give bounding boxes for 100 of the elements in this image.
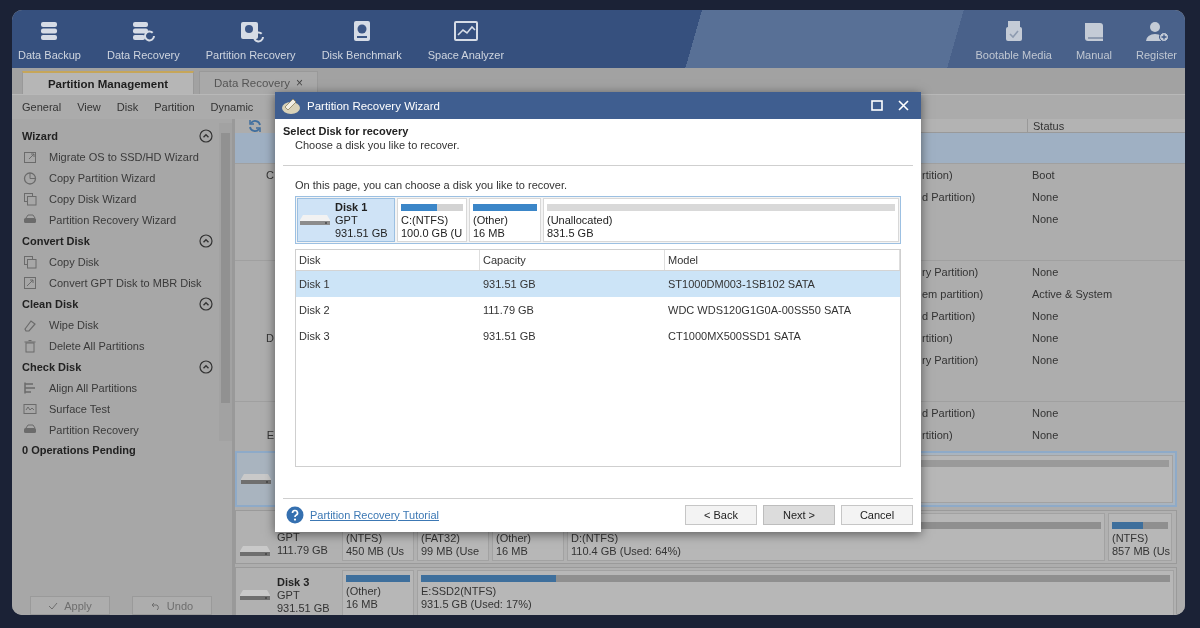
partition-size: 450 MB (Us	[346, 545, 406, 558]
table-cell-text: 111.79 GB	[482, 303, 535, 318]
partition-size: 16 MB	[473, 227, 506, 240]
partition-name: (FAT32)	[421, 532, 461, 545]
disk-block[interactable]: Disk 3 GPT 931.51 GB (Other) 16 MB E:SSD2(NTFS) 931.5 GB (Used: 17%)	[235, 567, 1177, 615]
toolbar-button[interactable]: Register	[1136, 10, 1177, 68]
menu-item[interactable]: View	[69, 101, 109, 113]
disk-label: Disk 1	[335, 200, 369, 214]
partition-block[interactable]: C:(NTFS) 100.0 GB (U	[397, 198, 467, 242]
partition-size: 857 MB (Us	[1112, 545, 1168, 558]
column-header[interactable]: Disk	[296, 250, 480, 270]
partition-name: (Unallocated)	[547, 214, 614, 227]
disk-type: GPT	[277, 588, 301, 602]
status-cell: None	[1032, 407, 1059, 419]
status-cell: None	[1032, 266, 1059, 278]
partition-size: 16 MB	[346, 598, 379, 611]
table-row[interactable]: Disk 2 111.79 GB WDC WDS120G1G0A-00SS50 SATA	[296, 297, 900, 323]
table-cell: d Partition)	[922, 191, 976, 203]
partition-size: 831.5 GB	[547, 227, 595, 240]
partition-name: (NTFS)	[346, 532, 384, 545]
sidebar-item[interactable]: Surface Test	[22, 398, 219, 419]
table-cell: rtition)	[922, 429, 953, 441]
partition-name: (Other)	[473, 214, 509, 227]
partition-name: E:SSD2(NTFS)	[421, 585, 498, 598]
table-cell-text: Disk 1	[298, 277, 331, 292]
status-cell: None	[1032, 429, 1059, 441]
partition-name: (Other)	[496, 532, 532, 545]
status-cell: Boot	[1032, 169, 1055, 181]
partition-block[interactable]: E:SSD2(NTFS) 931.5 GB (Used: 17%)	[417, 570, 1174, 615]
table-cell-text: Disk 2	[298, 303, 331, 318]
table-cell-text: 931.51 GB	[482, 277, 537, 292]
tab[interactable]: Data Recovery ×	[199, 71, 319, 94]
sidebar-item[interactable]: Convert GPT Disk to MBR Disk	[22, 272, 219, 293]
status-cell: None	[1032, 354, 1059, 366]
table-cell: em partition)	[922, 288, 984, 300]
step-heading: Select Disk for recovery	[283, 124, 410, 138]
column-header[interactable]: Model	[665, 250, 900, 270]
table-cell: d Partition)	[922, 310, 976, 322]
table-cell: d Partition)	[922, 407, 976, 419]
table-cell-text: WDC WDS120G1G0A-00SS50 SATA	[667, 303, 852, 318]
table-cell: D	[266, 332, 274, 344]
partition-name: D:(NTFS)	[571, 532, 620, 545]
close-tab-button[interactable]: ×	[296, 76, 304, 90]
partition-block[interactable]: (Other) 16 MB	[342, 570, 414, 615]
table-cell: C	[266, 169, 274, 181]
table-cell: E	[266, 429, 274, 441]
group-title: Clean Disk	[22, 297, 79, 310]
partition-name: (NTFS)	[1112, 532, 1150, 545]
sidebar-item[interactable]: Wipe Disk	[22, 314, 219, 335]
partition-size: 16 MB	[496, 545, 529, 558]
table-row[interactable]: Disk 1 931.51 GB ST1000DM003-1SB102 SATA	[296, 271, 900, 297]
disk-type: GPT	[335, 213, 359, 227]
status-cell: None	[1032, 332, 1059, 344]
table-cell: ry Partition)	[922, 354, 979, 366]
status-cell: Active & System	[1032, 288, 1113, 300]
toolbar-button[interactable]: Data Backup	[18, 10, 81, 68]
cancel-button[interactable]: Cancel	[841, 504, 913, 525]
menu-item[interactable]: Dynamic	[202, 101, 262, 113]
partition-block[interactable]: (Unallocated) 831.5 GB	[543, 198, 899, 242]
sidebar-item[interactable]: Partition Recovery	[22, 419, 219, 440]
sidebar-item[interactable]: Copy Partition Wizard	[22, 167, 219, 188]
column-header[interactable]: Status	[1027, 119, 1185, 133]
disk-block[interactable]: Disk 1 GPT 931.51 GB	[297, 198, 395, 242]
disk-label: Disk 3	[277, 575, 311, 589]
sidebar-item[interactable]: Copy Disk	[22, 251, 219, 272]
table-cell-text: CT1000MX500SSD1 SATA	[667, 329, 802, 344]
tab[interactable]: Partition Management	[22, 71, 194, 94]
status-cell: None	[1032, 213, 1059, 225]
menu-item[interactable]: Disk	[108, 101, 147, 113]
toolbar-button[interactable]: Space Analyzer	[427, 10, 505, 68]
back-button[interactable]: < Back	[685, 504, 757, 525]
group-title: Convert Disk	[22, 234, 90, 247]
disk-size: 111.79 GB	[277, 544, 328, 557]
step-description: Choose a disk you like to recover.	[294, 138, 461, 152]
toolbar-button[interactable]: Partition Recovery	[205, 10, 296, 68]
disk-type: GPT	[277, 531, 301, 544]
instruction-text: On this page, you can choose a disk you like to recover.	[295, 178, 569, 192]
partition-block[interactable]: (Other) 16 MB	[469, 198, 541, 242]
menu-item[interactable]: Partition	[146, 101, 203, 113]
group-title: Check Disk	[22, 360, 82, 373]
column-header[interactable]: Capacity	[480, 250, 665, 270]
next-button[interactable]: Next >	[763, 504, 835, 525]
dialog-title: Partition Recovery Wizard	[307, 99, 441, 112]
sidebar-item[interactable]: Migrate OS to SSD/HD Wizard	[22, 146, 219, 167]
sidebar-item[interactable]: Copy Disk Wizard	[22, 188, 219, 209]
table-row[interactable]: Disk 3 931.51 GB CT1000MX500SSD1 SATA	[296, 323, 900, 349]
toolbar-button[interactable]: Manual	[1075, 10, 1113, 68]
toolbar-button[interactable]: Bootable Media	[975, 10, 1052, 68]
status-cell: None	[1032, 191, 1059, 203]
sidebar-item[interactable]: Delete All Partitions	[22, 335, 219, 356]
partition-size: 931.5 GB (Used: 17%)	[421, 598, 533, 611]
table-cell-text: Disk 3	[298, 329, 331, 344]
disk-size: 931.51 GB	[277, 601, 330, 615]
toolbar-button[interactable]: Data Recovery	[107, 10, 180, 68]
menu-item[interactable]: General	[14, 101, 70, 113]
partition-size: 99 MB (Use	[421, 545, 481, 558]
partition-block[interactable]: (NTFS) 857 MB (Us	[1108, 513, 1172, 561]
sidebar-item[interactable]: Partition Recovery Wizard	[22, 209, 219, 230]
toolbar-button[interactable]: Disk Benchmark	[321, 10, 402, 68]
sidebar-item[interactable]: Align All Partitions	[22, 377, 219, 398]
